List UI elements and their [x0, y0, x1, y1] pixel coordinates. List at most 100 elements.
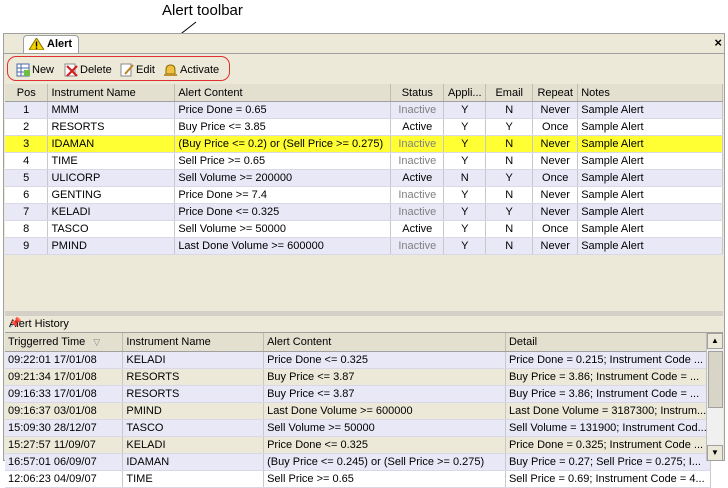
- cell-pos: 4: [5, 152, 49, 170]
- cell-triggered-time: 09:22:01 17/01/08: [5, 351, 124, 369]
- cell-triggered-time: 09:16:37 03/01/08: [5, 402, 124, 420]
- cell-history-instrument: RESORTS: [122, 385, 265, 403]
- col-header-history-instrument[interactable]: Instrument Name: [122, 333, 265, 352]
- cell-history-content: Buy Price <= 3.87: [263, 385, 506, 403]
- edit-button[interactable]: Edit: [120, 62, 155, 78]
- cell-pos: 9: [5, 237, 49, 255]
- tab-bar: Alert ×: [4, 34, 724, 54]
- alert-row[interactable]: 6 GENTING Price Done >= 7.4 Inactive Y N Never…: [5, 186, 723, 204]
- history-row[interactable]: 09:16:33 17/01/08 RESORTS Buy Price <= 3.8…: [5, 385, 712, 403]
- history-scrollbar[interactable]: ▲ ▼: [706, 333, 723, 461]
- history-row[interactable]: 15:09:30 28/12/07 TASCO Sell Volume >= 500…: [5, 419, 712, 437]
- scroll-thumb[interactable]: [708, 351, 723, 408]
- activate-button-label: Activate: [180, 64, 220, 76]
- col-header-instrument[interactable]: Instrument Name: [47, 84, 176, 102]
- cell-repeat: Once: [532, 118, 579, 136]
- cell-status: Inactive: [390, 135, 445, 153]
- cell-appli: Y: [443, 118, 487, 136]
- cell-alert-content: Sell Volume >= 200000: [174, 169, 392, 187]
- cell-pos: 7: [5, 203, 49, 221]
- delete-icon: [64, 63, 78, 77]
- cell-notes: Sample Alert: [577, 118, 723, 136]
- cell-history-instrument: TASCO: [122, 419, 265, 437]
- col-header-email[interactable]: Email: [485, 84, 534, 102]
- new-button[interactable]: New: [16, 62, 54, 78]
- delete-button[interactable]: Delete: [64, 62, 112, 78]
- cell-repeat: Never: [532, 101, 579, 119]
- cell-alert-content: Price Done >= 7.4: [174, 186, 392, 204]
- cell-detail: Last Done Volume = 3187300; Instrum...: [505, 402, 712, 420]
- cell-status: Active: [390, 169, 445, 187]
- scroll-up-icon[interactable]: ▲: [707, 333, 723, 349]
- cell-instrument: MMM: [47, 101, 176, 119]
- cell-alert-content: Sell Volume >= 50000: [174, 220, 392, 238]
- cell-appli: Y: [443, 152, 487, 170]
- cell-history-instrument: IDAMAN: [122, 453, 265, 471]
- close-icon[interactable]: ×: [714, 35, 722, 50]
- alert-row[interactable]: 1 MMM Price Done = 0.65 Inactive Y N Never Samp…: [5, 101, 723, 119]
- history-row[interactable]: 09:16:37 03/01/08 PMIND Last Done Volume >…: [5, 402, 712, 420]
- cell-repeat: Never: [532, 135, 579, 153]
- col-header-notes[interactable]: Notes: [577, 84, 723, 102]
- cell-instrument: GENTING: [47, 186, 176, 204]
- history-row[interactable]: 12:06:23 04/09/07 TIME Sell Price >= 0.65 S…: [5, 470, 712, 488]
- tab-alert-label: Alert: [47, 38, 73, 50]
- tab-alert[interactable]: Alert: [23, 35, 79, 53]
- pin-icon[interactable]: 📌: [9, 318, 720, 329]
- cell-notes: Sample Alert: [577, 135, 723, 153]
- history-row[interactable]: 16:57:01 06/09/07 IDAMAN (Buy Price <= 0.2…: [5, 453, 712, 471]
- cell-pos: 6: [5, 186, 49, 204]
- cell-appli: Y: [443, 237, 487, 255]
- col-header-status[interactable]: Status: [390, 84, 445, 102]
- cell-appli: Y: [443, 203, 487, 221]
- cell-email: Y: [485, 118, 534, 136]
- cell-notes: Sample Alert: [577, 169, 723, 187]
- cell-instrument: ULICORP: [47, 169, 176, 187]
- warning-icon: [29, 38, 44, 50]
- cell-instrument: TASCO: [47, 220, 176, 238]
- activate-button[interactable]: Activate: [163, 62, 219, 78]
- cell-history-content: Sell Volume >= 50000: [263, 419, 506, 437]
- col-header-repeat[interactable]: Repeat: [532, 84, 579, 102]
- cell-history-content: (Buy Price <= 0.245) or (Sell Price >= 0…: [263, 453, 506, 471]
- cell-instrument: PMIND: [47, 237, 176, 255]
- history-row[interactable]: 15:27:57 11/09/07 KELADI Price Done <= 0.3…: [5, 436, 712, 454]
- cell-pos: 1: [5, 101, 49, 119]
- alert-row[interactable]: 4 TIME Sell Price >= 0.65 Inactive Y N Never Sa…: [5, 152, 723, 170]
- cell-detail: Buy Price = 3.86; Instrument Code = ...: [505, 368, 712, 386]
- cell-history-instrument: PMIND: [122, 402, 265, 420]
- col-header-appli[interactable]: Appli...: [443, 84, 487, 102]
- scroll-down-icon[interactable]: ▼: [707, 445, 723, 461]
- col-header-pos[interactable]: Pos: [5, 84, 49, 102]
- alert-row[interactable]: 3 IDAMAN (Buy Price <= 0.2) or (Sell Price…: [5, 135, 723, 153]
- cell-pos: 5: [5, 169, 49, 187]
- cell-email: N: [485, 186, 534, 204]
- alert-grid: Pos Instrument Name Alert Content Status…: [5, 84, 723, 255]
- cell-triggered-time: 15:27:57 11/09/07: [5, 436, 124, 454]
- cell-status: Inactive: [390, 152, 445, 170]
- col-header-history-content[interactable]: Alert Content: [263, 333, 506, 352]
- new-grid-icon: [16, 63, 30, 77]
- history-row[interactable]: 09:22:01 17/01/08 KELADI Price Done <= 0.3…: [5, 351, 712, 369]
- cell-appli: N: [443, 169, 487, 187]
- history-row[interactable]: 09:21:34 17/01/08 RESORTS Buy Price <= 3.8…: [5, 368, 712, 386]
- col-header-alert-content[interactable]: Alert Content: [174, 84, 392, 102]
- cell-appli: Y: [443, 135, 487, 153]
- cell-triggered-time: 09:21:34 17/01/08: [5, 368, 124, 386]
- col-header-triggered-time[interactable]: Triggerred Time ▽: [5, 333, 124, 352]
- cell-email: N: [485, 101, 534, 119]
- cell-repeat: Once: [532, 220, 579, 238]
- alert-row[interactable]: 2 RESORTS Buy Price <= 3.85 Active Y Y Once Sam…: [5, 118, 723, 136]
- cell-detail: Buy Price = 0.27; Sell Price = 0.275; I.…: [505, 453, 712, 471]
- cell-instrument: TIME: [47, 152, 176, 170]
- cell-triggered-time: 16:57:01 06/09/07: [5, 453, 124, 471]
- alert-row[interactable]: 8 TASCO Sell Volume >= 50000 Active Y N Once Sa…: [5, 220, 723, 238]
- splitter[interactable]: [5, 311, 723, 316]
- alert-row[interactable]: 5 ULICORP Sell Volume >= 200000 Active N Y Onc…: [5, 169, 723, 187]
- cell-detail: Buy Price = 3.86; Instrument Code = ...: [505, 385, 712, 403]
- alert-row[interactable]: 9 PMIND Last Done Volume >= 600000 Inactive…: [5, 237, 723, 255]
- alert-row[interactable]: 7 KELADI Price Done <= 0.325 Inactive Y Y Neve…: [5, 203, 723, 221]
- alert-history-grid: Triggerred Time ▽ Instrument Name Alert C…: [5, 333, 712, 488]
- col-header-detail[interactable]: Detail: [505, 333, 712, 352]
- cell-history-instrument: RESORTS: [122, 368, 265, 386]
